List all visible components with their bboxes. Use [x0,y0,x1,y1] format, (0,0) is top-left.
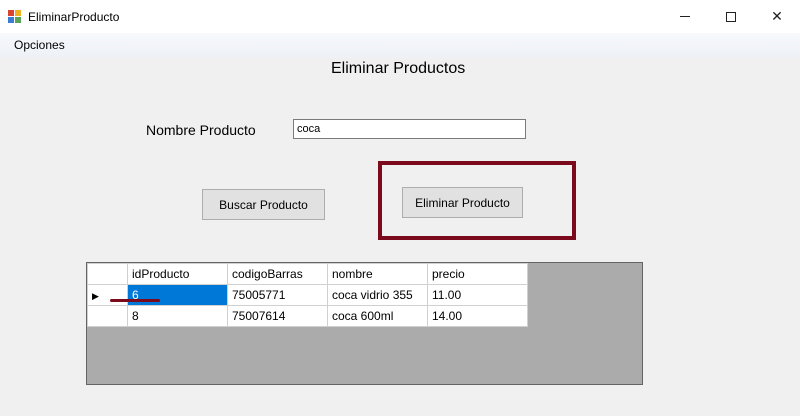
cell-precio[interactable]: 11.00 [427,284,528,306]
cell-nombre[interactable]: coca vidrio 355 [327,284,428,306]
delete-product-button[interactable]: Eliminar Producto [402,187,523,218]
menu-item-opciones[interactable]: Opciones [14,38,65,52]
products-grid[interactable]: idProducto codigoBarras nombre precio ▶ … [86,262,643,385]
column-header-precio[interactable]: precio [427,263,528,285]
table-row[interactable]: ▶ 6 75005771 coca vidrio 355 11.00 [87,284,528,306]
cell-precio[interactable]: 14.00 [427,305,528,327]
row-header[interactable]: ▶ [87,284,128,306]
product-name-label: Nombre Producto [146,122,256,138]
row-header-corner[interactable] [87,263,128,285]
cell-nombre[interactable]: coca 600ml [327,305,428,327]
row-header[interactable] [87,305,128,327]
table-row[interactable]: 8 75007614 coca 600ml 14.00 [87,305,528,327]
column-header-codigobarras[interactable]: codigoBarras [227,263,328,285]
close-icon: ✕ [771,8,783,24]
title-bar[interactable]: EliminarProducto ✕ [0,0,800,33]
menu-bar: Opciones [0,33,800,57]
table-header-row: idProducto codigoBarras nombre precio [87,263,528,285]
product-name-input[interactable] [293,119,526,139]
close-button[interactable]: ✕ [754,0,800,33]
column-header-idproducto[interactable]: idProducto [127,263,228,285]
products-table: idProducto codigoBarras nombre precio ▶ … [87,263,528,327]
maximize-button[interactable] [708,0,754,33]
cell-idproducto[interactable]: 8 [127,305,228,327]
maximize-icon [726,11,736,22]
cell-idproducto[interactable]: 6 [127,284,228,306]
app-form-icon [8,10,22,24]
main-window: EliminarProducto ✕ Opciones Eliminar Pro… [0,0,800,416]
minimize-icon [680,16,690,17]
cell-codigobarras[interactable]: 75005771 [227,284,328,306]
window-title: EliminarProducto [28,10,120,24]
form-title: Eliminar Productos [331,60,466,77]
minimize-button[interactable] [662,0,708,33]
triangle-right-icon: ▶ [92,291,99,301]
column-header-nombre[interactable]: nombre [327,263,428,285]
underline-annotation [110,299,160,302]
search-product-button[interactable]: Buscar Producto [202,189,325,220]
cell-codigobarras[interactable]: 75007614 [227,305,328,327]
